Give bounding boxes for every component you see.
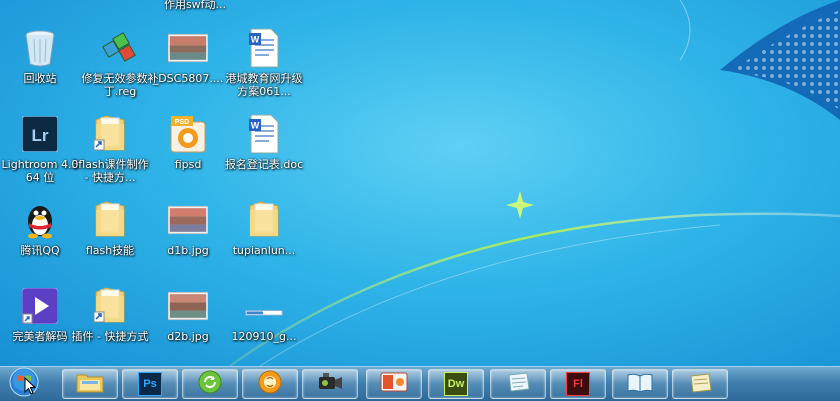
icon-label: _DSC5807.... <box>152 72 224 85</box>
svg-text:W: W <box>251 35 260 45</box>
desktop-icon-word-form[interactable]: W 报名登记表.doc <box>222 112 306 192</box>
document-icon <box>687 371 713 397</box>
registry-file-icon <box>100 28 140 68</box>
folder-shortcut-icon <box>90 114 130 154</box>
psd-file-icon: PSD <box>168 114 208 154</box>
taskbar: Ps Dw Fl <box>0 366 840 401</box>
taskbar-app-explorer[interactable] <box>62 369 118 399</box>
desktop-icon-d2b[interactable]: d2b.jpg <box>146 284 230 364</box>
book-icon <box>626 371 654 397</box>
icon-label: d2b.jpg <box>167 330 209 343</box>
taskbar-app-photoshop[interactable]: Ps <box>122 369 178 399</box>
icon-label: 0flash课件制作 - 快捷方... <box>71 158 149 184</box>
taskbar-app-notes[interactable] <box>490 369 546 399</box>
camera-icon <box>317 370 343 398</box>
lightroom-icon: Lr <box>20 114 60 154</box>
icon-label: d1b.jpg <box>167 244 209 257</box>
refresh-icon <box>198 370 222 398</box>
partial-icon-label: 作用swf动... <box>163 0 227 11</box>
desktop-icon-flash-skills[interactable]: flash技能 <box>68 198 152 278</box>
taskbar-app-refresh[interactable] <box>182 369 238 399</box>
mouse-cursor <box>24 376 37 399</box>
svg-text:Lr: Lr <box>32 126 49 145</box>
icon-label: fipsd <box>174 158 202 171</box>
desktop-icon-d1b[interactable]: d1b.jpg <box>146 198 230 278</box>
word-document-icon: W <box>244 114 284 154</box>
icon-label: 120910_g... <box>231 330 297 343</box>
svg-text:PSD: PSD <box>175 119 189 126</box>
recycle-bin-icon <box>20 28 60 68</box>
icon-label: 插件 - 快捷方式 <box>71 330 149 343</box>
folder-icon <box>90 200 130 240</box>
folder-shortcut-icon <box>90 286 130 326</box>
desktop-icon-renaming[interactable]: 120910_g... <box>222 284 306 364</box>
photo-thumbnail-icon <box>168 200 208 240</box>
taskbar-app-document[interactable] <box>672 369 728 399</box>
desktop-icon-tupianlun[interactable]: tupianlun... <box>222 198 306 278</box>
desktop-icon-psd[interactable]: PSD fipsd <box>146 112 230 192</box>
notes-icon <box>505 371 531 397</box>
icon-label: 港城教育网升级方案061... <box>225 72 303 98</box>
taskbar-app-dreamweaver[interactable]: Dw <box>428 369 484 399</box>
folder-icon <box>244 200 284 240</box>
presentation-icon <box>380 371 408 397</box>
taskbar-app-presentation[interactable] <box>366 369 422 399</box>
desktop: 作用swf动... 回收站 修复无效参数补丁.reg _DSC5807.... … <box>0 0 840 366</box>
taskbar-app-book[interactable] <box>612 369 668 399</box>
sparkle-decoration <box>506 191 534 219</box>
icon-label: tupianlun... <box>232 244 296 257</box>
icon-label: flash技能 <box>85 244 135 257</box>
svg-text:W: W <box>251 121 260 131</box>
icon-label: 报名登记表.doc <box>224 158 304 171</box>
folder-explorer-icon <box>76 371 104 397</box>
taskbar-app-flash[interactable]: Fl <box>550 369 606 399</box>
media-player-icon <box>20 286 60 326</box>
word-document-icon: W <box>244 28 284 68</box>
desktop-icon-recycle-bin[interactable]: 回收站 <box>0 26 82 106</box>
dreamweaver-icon: Dw <box>444 372 468 396</box>
taskbar-app-camera[interactable] <box>302 369 358 399</box>
qq-penguin-icon <box>20 200 60 240</box>
desktop-icon-flash-shortcut[interactable]: 0flash课件制作 - 快捷方... <box>68 112 152 192</box>
photo-thumbnail-icon <box>168 28 208 68</box>
media-icon <box>258 370 282 398</box>
desktop-icon-plugin-shortcut[interactable]: 插件 - 快捷方式 <box>68 284 152 364</box>
photo-thumbnail-icon <box>168 286 208 326</box>
flash-icon: Fl <box>566 372 590 396</box>
icon-label: 回收站 <box>23 72 57 85</box>
photoshop-icon: Ps <box>138 372 162 396</box>
file-renaming-icon <box>244 286 284 326</box>
taskbar-app-media[interactable] <box>242 369 298 399</box>
desktop-icon-dsc-photo[interactable]: _DSC5807.... <box>146 26 230 106</box>
desktop-icon-word-plan[interactable]: W 港城教育网升级方案061... <box>222 26 306 106</box>
